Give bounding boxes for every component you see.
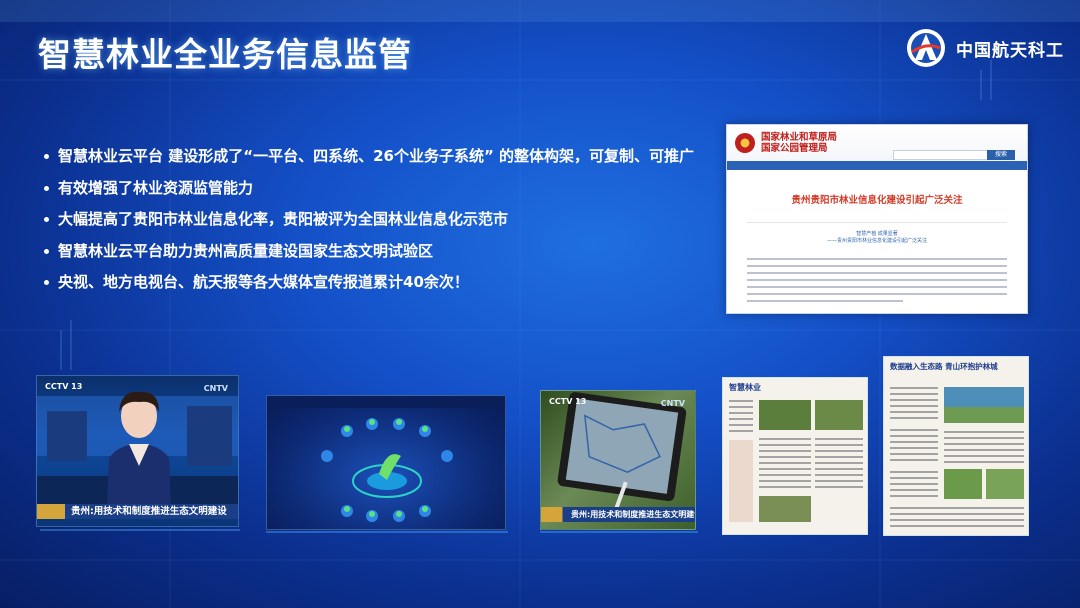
cntv-logo: CNTV: [660, 399, 685, 408]
website-search-button: 搜索: [987, 150, 1015, 160]
website-body-text: [727, 245, 1027, 302]
bullet-text: 有效增强了林业资源监管能力: [58, 178, 254, 197]
subheading-1: 智慧产植 成果显著: [856, 231, 898, 237]
newspaper-page-1: 智慧林业: [722, 377, 868, 535]
news-caption: 贵州:用技术和制度推进生态文明建设: [541, 507, 695, 522]
bullet-dot-icon: [44, 154, 49, 160]
org-name-line2: 国家公园管理局: [761, 143, 828, 154]
bullet-list: 智慧林业云平台 建设形成了“一平台、四系统、26个业务子系统” 的整体构架，可复…: [44, 141, 704, 299]
newspaper-title: 智慧林业: [729, 383, 761, 392]
website-org: 国家林业和草原局 国家公园管理局: [761, 132, 837, 154]
website-subheading: 智慧产植 成果显著 ——贵州贵阳市林业信息化建设引起广泛关注: [727, 231, 1027, 245]
cctv-logo: CCTV 13: [549, 397, 587, 406]
cctv-news-thumbnail: CCTV 13 CNTV 贵州:用技术和制度推进生态文明建设: [36, 375, 239, 527]
bullet-dot-icon: [44, 248, 49, 254]
bullet-item: 大幅提高了贵阳市林业信息化率，贵阳被评为全国林业信息化示范市: [44, 204, 704, 236]
page-title: 智慧林业全业务信息监管: [38, 35, 412, 74]
bullet-dot-icon: [44, 185, 49, 191]
bullet-text: 智慧林业云平台 建设形成了“一平台、四系统、26个业务子系统” 的整体构架，可复…: [58, 147, 695, 165]
org-name-line1: 国家林业和草原局: [761, 132, 838, 143]
casic-logo-icon: [907, 29, 945, 67]
news-anchor-image: [107, 391, 171, 504]
website-nav-bar: [727, 161, 1027, 170]
newspaper-page-2: 数据融入生态路 青山环抱护林城: [883, 356, 1029, 536]
website-headline: 贵州贵阳市林业信息化建设引起广泛关注: [791, 195, 963, 206]
newspaper-layout: [890, 387, 1024, 527]
subheading-2: ——贵州贵阳市林业信息化建设引起广泛关注: [826, 238, 927, 244]
bullet-item: 智慧林业云平台 建设形成了“一平台、四系统、26个业务子系统” 的整体构架，可复…: [44, 141, 704, 173]
bullet-text: 央视、地方电视台、航天报等各大媒体宣传报道累计40余次！: [58, 273, 469, 291]
news-caption: 贵州:用技术和制度推进生态文明建设: [37, 504, 238, 519]
platform-dashboard-thumbnail: [266, 395, 506, 530]
website-screenshot: 国家林业和草原局 国家公园管理局 搜索 贵州贵阳市林业信息化建设引起广泛关注 智…: [726, 124, 1028, 314]
field-tablet-thumbnail: CCTV 13 CNTV 贵州:用技术和制度推进生态文明建设: [540, 390, 696, 530]
bullet-item: 央视、地方电视台、航天报等各大媒体宣传报道累计40余次！: [44, 267, 704, 299]
cntv-logo: CNTV: [203, 384, 228, 393]
bullet-text: 大幅提高了贵阳市林业信息化率，贵阳被评为全国林业信息化示范市: [58, 210, 509, 228]
website-search-input: 搜索: [893, 150, 1015, 160]
slide: 智慧林业全业务信息监管 中国航天科工 智慧林业云平台 建设形成了“一平台、四系统…: [0, 0, 1080, 608]
bullet-item: 智慧林业云平台助力贵州高质量建设国家生态文明试验区: [44, 236, 704, 268]
cctv-logo: CCTV 13: [45, 382, 83, 391]
bullet-dot-icon: [44, 280, 49, 286]
company-logo: 中国航天科工: [906, 28, 1066, 68]
bullet-text: 智慧林业云平台助力贵州高质量建设国家生态文明试验区: [58, 241, 434, 260]
bullet-item: 有效增强了林业资源监管能力: [44, 173, 704, 205]
platform-diagram: [267, 396, 505, 522]
logo-text: 中国航天科工: [956, 40, 1064, 61]
newspaper-title: 数据融入生态路 青山环抱护林城: [890, 362, 998, 371]
website-meta: [747, 218, 1007, 223]
newspaper-layout: [729, 400, 863, 522]
website-header: 国家林业和草原局 国家公园管理局 搜索: [727, 125, 1027, 161]
bullet-dot-icon: [44, 217, 49, 223]
national-emblem-icon: [735, 133, 755, 153]
